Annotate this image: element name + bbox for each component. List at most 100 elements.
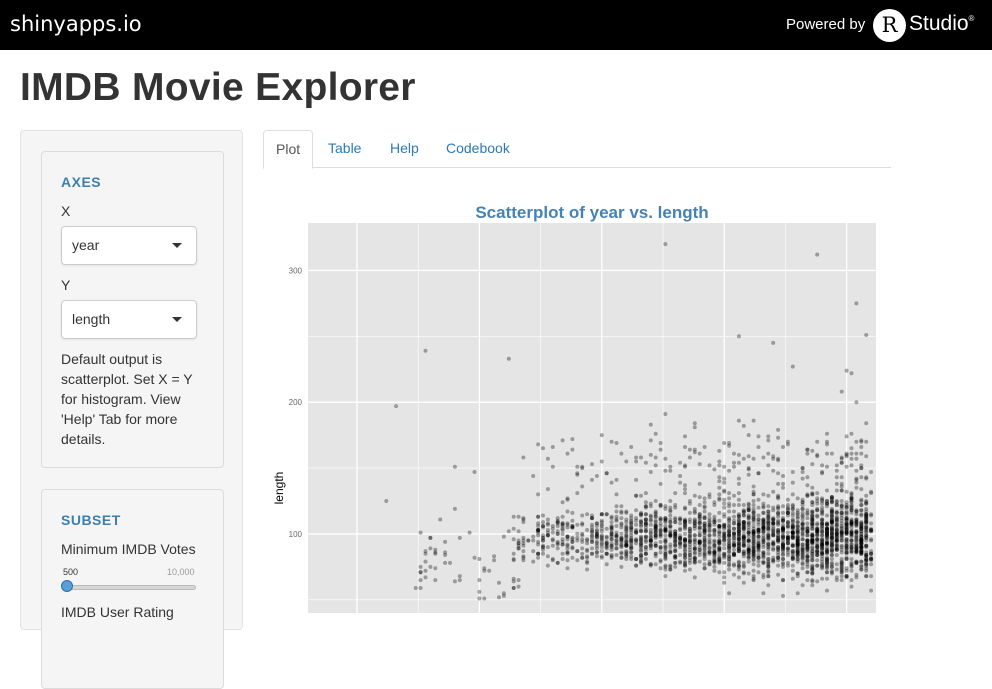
min-votes-slider-track[interactable]	[65, 585, 196, 590]
data-point	[766, 451, 771, 456]
data-point	[825, 555, 829, 560]
tab-table[interactable]: Table	[316, 130, 373, 168]
data-point	[834, 468, 839, 473]
data-point	[810, 448, 815, 453]
y-axis-select[interactable]: length	[61, 300, 197, 339]
data-point	[555, 542, 560, 547]
axes-help-text: Default output is scatterplot. Set X = Y…	[61, 351, 193, 447]
data-point	[702, 516, 707, 521]
data-point	[732, 509, 736, 514]
data-point	[717, 463, 722, 468]
data-point	[550, 538, 555, 543]
data-point	[575, 491, 580, 496]
data-point	[433, 566, 438, 571]
data-point	[658, 447, 663, 452]
data-point	[805, 475, 810, 480]
rstudio-wordmark[interactable]: Studio®	[909, 12, 974, 36]
data-point	[550, 530, 555, 535]
data-point	[756, 505, 761, 510]
data-point	[805, 542, 810, 547]
data-point	[781, 525, 785, 530]
data-point	[864, 543, 869, 548]
data-point	[629, 525, 634, 530]
data-point	[864, 421, 869, 426]
data-point	[643, 557, 648, 561]
data-point	[859, 445, 864, 449]
data-point	[609, 547, 614, 552]
data-point	[800, 466, 805, 471]
data-point	[829, 539, 834, 544]
data-point	[761, 560, 766, 565]
data-point	[585, 541, 590, 546]
data-point	[844, 368, 849, 373]
data-point	[648, 522, 653, 527]
data-point	[736, 567, 741, 572]
data-point	[634, 493, 639, 498]
data-point	[433, 551, 438, 556]
data-point	[815, 491, 820, 496]
data-point	[869, 551, 874, 556]
data-point	[785, 534, 790, 539]
data-point	[820, 505, 825, 510]
data-point	[854, 549, 859, 554]
data-point	[736, 476, 741, 481]
data-point	[844, 512, 849, 517]
data-point	[849, 521, 854, 526]
data-point	[869, 470, 874, 474]
data-point	[820, 470, 825, 474]
data-point	[492, 554, 497, 559]
data-point	[565, 534, 570, 539]
data-point	[643, 500, 648, 505]
data-point	[859, 503, 864, 507]
data-point	[683, 559, 687, 564]
data-point	[599, 433, 604, 438]
min-votes-slider-handle[interactable]	[61, 580, 73, 592]
data-point	[614, 546, 619, 551]
sidebar: AXES X year Y length Default output is s…	[20, 130, 243, 689]
data-point	[634, 477, 639, 482]
data-point	[722, 441, 727, 445]
data-point	[825, 566, 829, 571]
data-point	[521, 549, 526, 554]
tab-codebook[interactable]: Codebook	[434, 130, 522, 168]
data-point	[800, 557, 805, 561]
data-point	[771, 547, 776, 552]
data-point	[653, 514, 658, 519]
data-point	[829, 497, 834, 502]
data-point	[854, 485, 859, 490]
data-point	[736, 503, 741, 507]
data-point	[609, 537, 614, 542]
data-point	[712, 514, 717, 519]
data-point	[673, 520, 678, 525]
brand-link[interactable]: shinyapps.io	[10, 12, 142, 36]
data-point	[854, 538, 859, 543]
data-point	[781, 485, 785, 490]
data-point	[732, 562, 736, 567]
rstudio-logo-icon[interactable]: R	[873, 9, 906, 42]
data-point	[854, 575, 859, 580]
data-point	[472, 555, 477, 560]
x-axis-select[interactable]: year	[61, 226, 197, 265]
data-point	[707, 516, 712, 521]
tab-plot[interactable]: Plot	[263, 130, 314, 169]
data-point	[452, 464, 457, 469]
data-point	[560, 551, 565, 556]
tab-help[interactable]: Help	[378, 130, 431, 168]
data-point	[790, 551, 795, 556]
data-point	[609, 525, 614, 530]
data-point	[864, 568, 869, 573]
data-point	[717, 553, 722, 557]
data-point	[599, 459, 604, 464]
registered-mark: ®	[968, 14, 975, 23]
data-point	[732, 547, 736, 552]
data-point	[663, 412, 668, 416]
data-point	[849, 446, 854, 451]
data-point	[658, 524, 663, 528]
data-point	[839, 481, 844, 486]
data-point	[717, 485, 722, 490]
data-point	[741, 510, 746, 515]
data-point	[864, 512, 869, 517]
data-point	[599, 512, 604, 517]
data-point	[697, 541, 702, 546]
data-point	[722, 533, 727, 538]
